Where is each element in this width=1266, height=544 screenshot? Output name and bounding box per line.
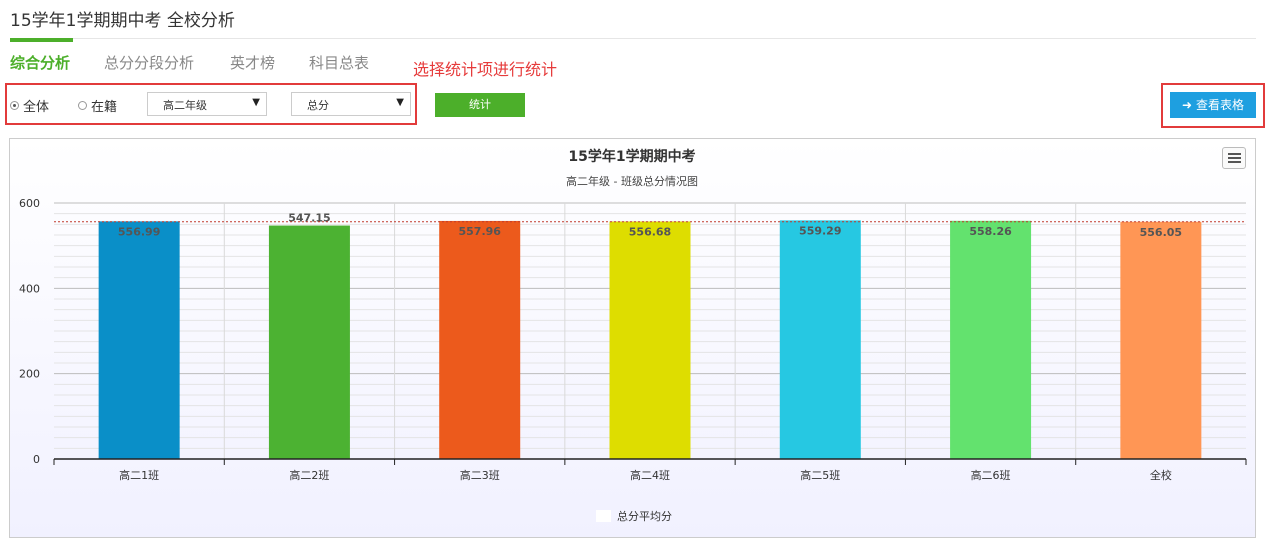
chart-menu-button[interactable] <box>1222 147 1246 169</box>
y-tick-label: 400 <box>19 282 40 295</box>
chart-title: 15学年1学期期中考 <box>568 148 695 165</box>
data-label: 557.96 <box>458 225 501 238</box>
bar <box>609 221 691 459</box>
x-tick-label: 高二6班 <box>971 468 1011 482</box>
data-label: 559.29 <box>799 224 841 237</box>
data-label: 556.99 <box>118 225 160 238</box>
menu-icon <box>1228 153 1241 155</box>
bar <box>439 220 521 459</box>
bar <box>98 221 180 459</box>
chart-subtitle: 高二年级 - 班级总分情况图 <box>566 174 698 188</box>
x-tick-label: 高二5班 <box>800 468 840 482</box>
x-tick-label: 高二4班 <box>630 468 670 482</box>
y-tick-label: 200 <box>19 368 40 381</box>
bar <box>1120 221 1202 459</box>
x-tick-label: 高二1班 <box>119 468 159 482</box>
bar <box>950 220 1032 459</box>
data-label: 547.15 <box>288 212 330 225</box>
legend-label: 总分平均分 <box>617 509 672 523</box>
bar <box>779 220 861 459</box>
x-tick-label: 高二3班 <box>460 468 500 482</box>
y-tick-label: 0 <box>33 453 40 466</box>
data-label: 558.26 <box>969 225 1012 238</box>
bar <box>268 225 350 459</box>
y-tick-label: 600 <box>19 197 40 210</box>
plot-area: 0 200 400 600 556.99 高二1班 547.15 高二2班 557.96 高二3班… <box>19 197 1247 523</box>
data-label: 556.68 <box>629 225 671 238</box>
x-tick-label: 高二2班 <box>289 468 329 482</box>
data-label: 556.05 <box>1140 226 1182 239</box>
bar-chart: 15学年1学期期中考 高二年级 - 班级总分情况图 0 200 400 600 556.… <box>19 148 1247 523</box>
legend-swatch <box>596 510 611 522</box>
x-tick-label: 全校 <box>1150 468 1172 482</box>
